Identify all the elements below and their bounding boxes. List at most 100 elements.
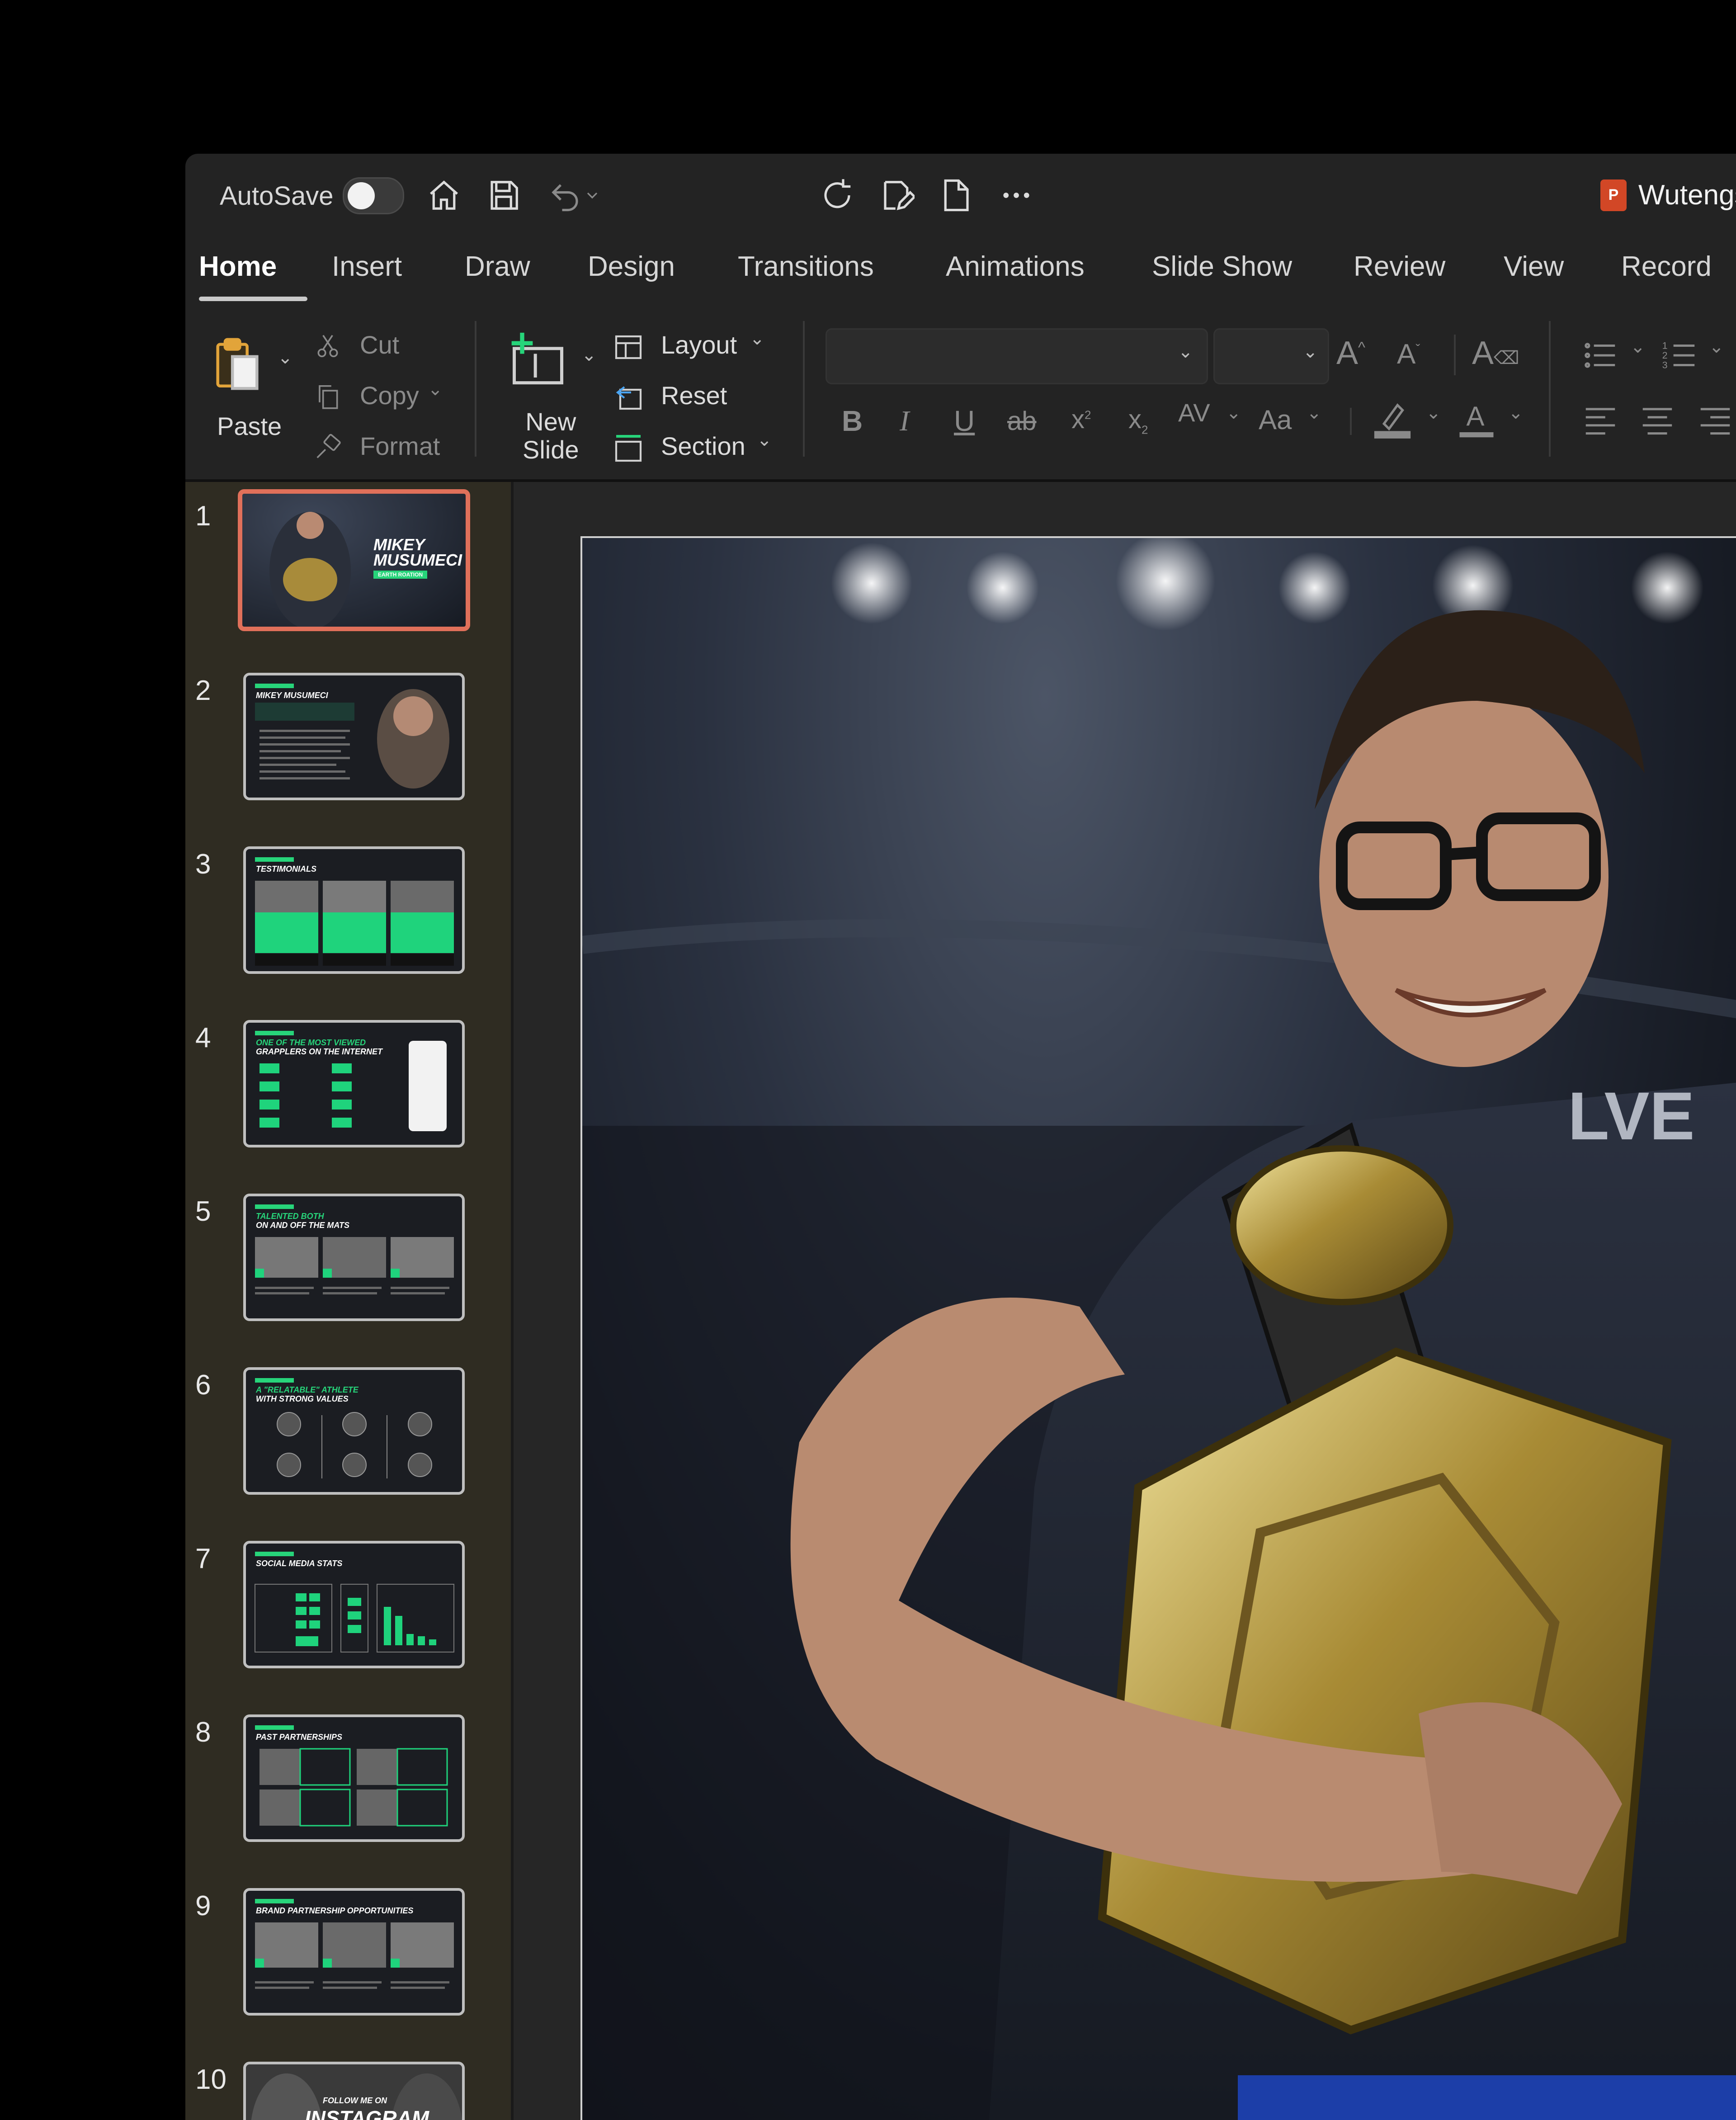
cut-label[interactable]: Cut: [360, 330, 399, 359]
numbering-icon[interactable]: 123: [1657, 333, 1703, 378]
slide-thumbnail-pane[interactable]: 1 MIKEY MUSUMECI EARTH ROATION 2 MIKEY M…: [185, 482, 514, 2120]
character-spacing-chevron-icon[interactable]: ⌄: [1226, 402, 1241, 423]
ribbon-home: ⌄ Paste Cut Copy ⌄ Format ⌄ New Slide La…: [185, 303, 1736, 482]
tab-draw[interactable]: Draw: [465, 250, 530, 283]
new-slide-label[interactable]: New Slide: [523, 408, 579, 464]
clear-formatting-icon[interactable]: A⌫: [1472, 335, 1519, 372]
underline-icon[interactable]: U: [954, 404, 975, 438]
reset-icon[interactable]: [610, 380, 646, 416]
align-left-icon[interactable]: [1578, 398, 1623, 443]
bold-icon[interactable]: B: [842, 404, 863, 438]
new-slide-icon[interactable]: [502, 326, 574, 398]
slide-thumbnail-2[interactable]: MIKEY MUSUMECI: [243, 673, 465, 800]
highlight-color-icon[interactable]: [1370, 396, 1415, 441]
subscript-icon[interactable]: x2: [1128, 404, 1148, 437]
slide-thumbnail-1[interactable]: MIKEY MUSUMECI EARTH ROATION: [238, 489, 470, 631]
slide-thumbnail-8[interactable]: PAST PARTNERSHIPS: [243, 1714, 465, 1842]
paste-dropdown-chevron-icon[interactable]: ⌄: [278, 347, 293, 368]
slide-number: 2: [195, 675, 211, 706]
slide-thumbnail-7[interactable]: SOCIAL MEDIA STATS: [243, 1541, 465, 1668]
autosave-label: AutoSave: [220, 181, 334, 211]
slide-thumbnail-6[interactable]: A "RELATABLE" ATHLETE WITH STRONG VALUES: [243, 1367, 465, 1495]
numbering-chevron-icon[interactable]: ⌄: [1709, 336, 1724, 357]
tab-design[interactable]: Design: [588, 250, 675, 283]
cut-icon[interactable]: [312, 330, 344, 362]
tab-review[interactable]: Review: [1354, 250, 1445, 283]
active-tab-indicator: [199, 297, 307, 301]
tab-view[interactable]: View: [1504, 250, 1564, 283]
autosave-toggle[interactable]: [343, 177, 404, 214]
increase-font-size-icon[interactable]: A^: [1336, 335, 1365, 372]
change-case-chevron-icon[interactable]: ⌄: [1307, 402, 1322, 423]
tab-transitions[interactable]: Transitions: [738, 250, 874, 283]
section-icon[interactable]: [610, 430, 646, 467]
strikethrough-icon[interactable]: ab: [1007, 406, 1037, 436]
home-icon[interactable]: [425, 176, 463, 214]
svg-text:1: 1: [1662, 340, 1668, 351]
new-slide-dropdown-chevron-icon[interactable]: ⌄: [581, 345, 597, 365]
superscript-icon[interactable]: x2: [1071, 404, 1091, 434]
ribbon-separator: [803, 321, 805, 457]
ribbon-separator: [1350, 408, 1352, 435]
copy-label[interactable]: Copy: [360, 381, 419, 410]
paste-label[interactable]: Paste: [217, 411, 282, 441]
redo-icon[interactable]: [818, 176, 856, 214]
slide-number: 8: [195, 1717, 211, 1748]
slide-thumbnail-10[interactable]: FOLLOW ME ON INSTAGRAM: [243, 2062, 465, 2120]
section-label[interactable]: Section: [661, 431, 745, 461]
italic-icon[interactable]: I: [900, 404, 909, 438]
tab-home[interactable]: Home: [199, 250, 277, 283]
new-document-icon[interactable]: [937, 176, 975, 214]
layout-icon[interactable]: [610, 329, 646, 365]
decrease-font-size-icon[interactable]: Aˇ: [1397, 338, 1420, 370]
powerpoint-file-icon: P: [1600, 179, 1633, 211]
slide-thumbnail-3[interactable]: TESTIMONIALS: [243, 846, 465, 974]
character-spacing-icon[interactable]: AV: [1178, 398, 1210, 427]
tab-record[interactable]: Record: [1621, 250, 1712, 283]
stadium-lights: [831, 538, 1703, 631]
format-painter-icon[interactable]: [312, 431, 344, 463]
document-title: P Wutengs_powerpoint_: [1600, 179, 1736, 211]
svg-text:A: A: [1467, 401, 1485, 431]
bullets-icon[interactable]: [1578, 333, 1623, 378]
copy-icon[interactable]: [312, 381, 344, 412]
font-name-select[interactable]: ⌄: [826, 328, 1208, 384]
slide10-title-line2: INSTAGRAM: [305, 2106, 429, 2120]
reset-label[interactable]: Reset: [661, 381, 727, 410]
belt-shoulder-plate: [1230, 1145, 1453, 1305]
slide-thumbnail-9[interactable]: BRAND PARTNERSHIP OPPORTUNITIES: [243, 1888, 465, 2016]
undo-dropdown-chevron-icon[interactable]: [583, 176, 601, 214]
undo-icon[interactable]: [546, 176, 584, 214]
slide-number: 6: [195, 1369, 211, 1401]
bullets-chevron-icon[interactable]: ⌄: [1630, 336, 1646, 357]
more-options-icon[interactable]: [997, 176, 1035, 214]
ribbon-tabs: Home Insert Draw Design Transitions Anim…: [185, 240, 1736, 289]
layout-dropdown-chevron-icon[interactable]: ⌄: [750, 328, 765, 349]
athlete-hero-photo: LVE: [582, 538, 1736, 2120]
format-label[interactable]: Format: [360, 431, 440, 461]
copy-dropdown-chevron-icon[interactable]: ⌄: [428, 379, 443, 400]
slide-number: 9: [195, 1890, 211, 1922]
edit-file-icon[interactable]: [878, 176, 916, 214]
highlight-color-chevron-icon[interactable]: ⌄: [1426, 402, 1441, 423]
current-slide[interactable]: LVE: [580, 536, 1736, 2120]
font-color-chevron-icon[interactable]: ⌄: [1508, 402, 1524, 423]
align-right-icon[interactable]: [1693, 398, 1736, 443]
shirt-logo-text: LVE: [1568, 1078, 1695, 1154]
align-center-icon[interactable]: [1635, 398, 1680, 443]
slide-thumbnail-5[interactable]: TALENTED BOTH ON AND OFF THE MATS: [243, 1194, 465, 1321]
save-icon[interactable]: [485, 176, 523, 214]
font-color-icon[interactable]: A: [1454, 396, 1499, 441]
paste-icon[interactable]: [203, 330, 271, 398]
slide10-title-line1: FOLLOW ME ON: [323, 2096, 387, 2105]
tab-animations[interactable]: Animations: [946, 250, 1085, 283]
font-size-select[interactable]: ⌄: [1213, 328, 1329, 384]
tab-insert[interactable]: Insert: [332, 250, 402, 283]
section-dropdown-chevron-icon[interactable]: ⌄: [757, 430, 772, 450]
slide-thumbnail-4[interactable]: ONE OF THE MOST VIEWED GRAPPLERS ON THE …: [243, 1020, 465, 1147]
layout-label[interactable]: Layout: [661, 330, 737, 359]
tab-slide-show[interactable]: Slide Show: [1152, 250, 1292, 283]
new-slide-label-line1: New: [525, 407, 576, 436]
change-case-icon[interactable]: Aa: [1259, 404, 1292, 435]
slide-editing-canvas[interactable]: LVE: [514, 482, 1736, 2120]
